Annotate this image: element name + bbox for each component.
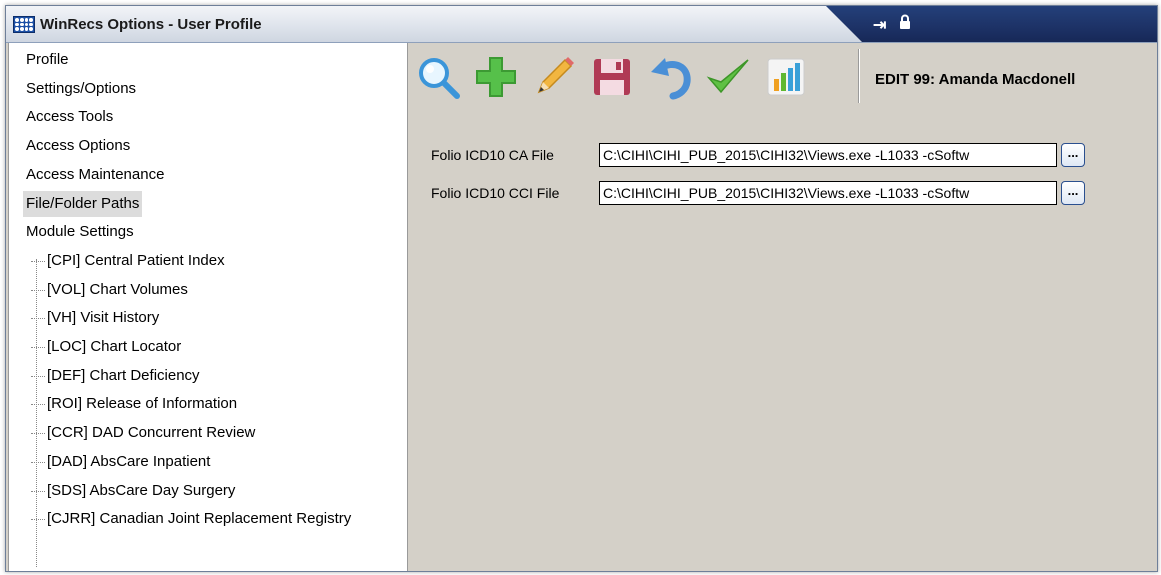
- tree-branch-connector: [31, 305, 45, 320]
- tree-child-label: [CCR] DAD Concurrent Review: [47, 424, 256, 442]
- tree-item[interactable]: File/Folder Paths: [23, 190, 143, 217]
- edit-button[interactable]: [530, 53, 578, 101]
- edit-record-label: EDIT 99: Amanda Macdonell: [875, 71, 1076, 88]
- edit-pencil-icon: [537, 57, 574, 94]
- tree-child-label: [DEF] Chart Deficiency: [47, 366, 200, 384]
- tree-child-item[interactable]: [CPI] Central Patient Index: [31, 248, 225, 274]
- tree-branch-connector: [31, 420, 45, 435]
- tree-branch-connector: [31, 449, 45, 463]
- tree-branch-connector: [31, 248, 45, 262]
- add-button[interactable]: [472, 53, 520, 101]
- window-title: WinRecs Options - User Profile: [40, 16, 262, 33]
- tree-item[interactable]: Access Options: [23, 133, 133, 159]
- tree-child-label: [SDS] AbsCare Day Surgery: [47, 481, 236, 499]
- tree-branch-connector: [31, 478, 45, 492]
- save-disk-icon: [594, 59, 630, 95]
- folio-cci-browse-button[interactable]: ...: [1061, 181, 1085, 205]
- tree-item[interactable]: Profile: [23, 47, 72, 73]
- search-icon: [419, 58, 460, 99]
- undo-icon: [651, 58, 691, 100]
- tree-item[interactable]: Module Settings: [23, 219, 137, 245]
- title-bar[interactable]: WinRecs Options - User Profile ⇥: [6, 6, 1157, 43]
- tree-child-item[interactable]: [DEF] Chart Deficiency: [31, 363, 200, 389]
- folio-cci-label: Folio ICD10 CCI File: [431, 185, 560, 201]
- tree-child-label: [LOC] Chart Locator: [47, 338, 182, 355]
- tree-item[interactable]: Settings/Options: [23, 76, 139, 102]
- folio-ca-browse-button[interactable]: ...: [1061, 143, 1085, 167]
- options-window: WinRecs Options - User Profile ⇥ Profile…: [5, 5, 1158, 572]
- tree-child-label: [ROI] Release of Information: [47, 395, 238, 413]
- tree-child-item[interactable]: [VH] Visit History: [31, 305, 159, 331]
- add-icon: [476, 57, 516, 97]
- tree-item[interactable]: Access Maintenance: [23, 162, 167, 188]
- tree-branch-connector: [31, 391, 45, 406]
- pin-icon[interactable]: ⇥: [873, 15, 886, 35]
- report-button[interactable]: [762, 53, 810, 101]
- folio-cci-path-input[interactable]: C:\CIHI\CIHI_PUB_2015\CIHI32\Views.exe -…: [599, 181, 1057, 205]
- report-chart-icon: [767, 58, 805, 96]
- folio-ca-label: Folio ICD10 CA File: [431, 147, 554, 163]
- search-button[interactable]: [414, 53, 462, 101]
- app-grid-icon: [13, 16, 35, 33]
- navigation-tree-panel: Profile Settings/Options Access Tools Acces…: [8, 43, 408, 571]
- toolbar-separator: [858, 49, 860, 103]
- lock-icon[interactable]: [899, 14, 911, 30]
- tree-branch-connector: [31, 277, 45, 291]
- tree-child-label: [CPI] Central Patient Index: [47, 251, 225, 269]
- tree-branch-connector: [31, 506, 45, 521]
- tree-child-label: [VH] Visit History: [47, 309, 160, 327]
- tree-child-item[interactable]: [DAD] AbsCare Inpatient: [31, 449, 210, 475]
- tree-child-item[interactable]: [LOC] Chart Locator: [31, 334, 181, 360]
- tree-child-item[interactable]: [VOL] Chart Volumes: [31, 277, 188, 303]
- tree-child-item[interactable]: [SDS] AbsCare Day Surgery: [31, 478, 235, 504]
- accept-button[interactable]: [704, 53, 752, 101]
- tree-child-item[interactable]: [ROI] Release of Information: [31, 391, 237, 417]
- tree-connector-line: [36, 259, 37, 567]
- tree-item[interactable]: Access Tools: [23, 104, 116, 130]
- tree-branch-connector: [31, 363, 45, 377]
- tree-child-label: [CJRR] Canadian Joint Replacement Regist…: [47, 510, 352, 528]
- tree-child-label: [DAD] AbsCare Inpatient: [47, 452, 211, 470]
- checkmark-icon: [706, 59, 749, 94]
- tree-child-item[interactable]: [CJRR] Canadian Joint Replacement Regist…: [31, 506, 351, 532]
- toolbar: EDIT 99: Amanda Macdonell: [408, 43, 1157, 109]
- save-button[interactable]: [588, 53, 636, 101]
- tree-branch-connector: [31, 334, 45, 348]
- tree-child-item[interactable]: [CCR] DAD Concurrent Review: [31, 420, 255, 446]
- undo-button[interactable]: [646, 53, 694, 101]
- tree-child-label: [VOL] Chart Volumes: [47, 280, 188, 298]
- folio-ca-path-input[interactable]: C:\CIHI\CIHI_PUB_2015\CIHI32\Views.exe -…: [599, 143, 1057, 167]
